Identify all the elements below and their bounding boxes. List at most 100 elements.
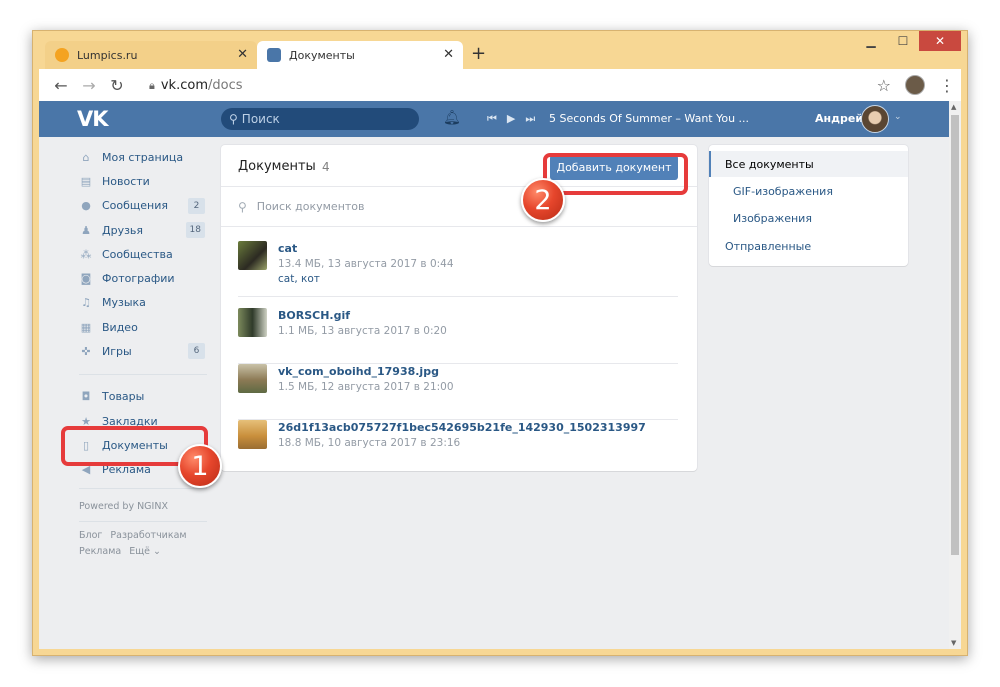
page-scrollbar[interactable]: ▲ ▼ (949, 101, 961, 649)
next-track-icon[interactable]: ⏭︎ (525, 112, 535, 126)
scroll-down-icon[interactable]: ▼ (951, 639, 956, 647)
lumpics-favicon-icon (55, 48, 69, 62)
reload-icon[interactable]: ↻ (103, 76, 131, 95)
address-bar[interactable]: 🔒︎ vk.com/docs (149, 78, 243, 93)
vk-page: VK ⚲ Поиск 🔔︎ ⏮︎ ▶ ⏭︎ 5 Seconds Of Summe… (39, 101, 949, 649)
forward-icon[interactable]: → (75, 76, 103, 95)
minimize-icon[interactable]: ▁ (855, 31, 887, 51)
back-icon[interactable]: ← (47, 76, 75, 95)
sidebar-item-label: Друзья (102, 223, 144, 237)
browser-window: Lumpics.ru ✕ Документы ✕ + ▁ ☐ ✕ ← → ↻ 🔒… (32, 30, 968, 656)
sidebar-item-label: Фотографии (102, 272, 175, 286)
chevron-down-icon[interactable]: ⌄ (894, 112, 902, 122)
document-name[interactable]: vk_com_oboihd_17938.jpg (278, 365, 439, 378)
filter-gif-images[interactable]: GIF-изображения (709, 178, 908, 204)
sidebar-item-my-page[interactable]: ⌂ Моя страница (79, 145, 209, 169)
sidebar-item-music[interactable]: ♫ Музыка (79, 291, 209, 315)
now-playing-title[interactable]: 5 Seconds Of Summer – Want You ... (549, 112, 749, 125)
vk-logo[interactable]: VK (77, 107, 109, 131)
vk-search-input[interactable]: ⚲ Поиск (221, 108, 419, 130)
close-icon[interactable]: ✕ (443, 47, 454, 62)
sidebar-item-label: Моя страница (102, 150, 184, 164)
browser-toolbar: ← → ↻ 🔒︎ vk.com/docs ☆ ⋮ (39, 69, 961, 101)
sidebar-item-friends[interactable]: ♟ Друзья 18 (79, 218, 209, 242)
highlight-add-document (543, 153, 688, 195)
tab-lumpics[interactable]: Lumpics.ru ✕ (45, 41, 257, 69)
filter-sent[interactable]: Отправленные (709, 233, 908, 259)
document-meta: 13.4 МБ, 13 августа 2017 в 0:44 (278, 258, 454, 270)
window-close-icon[interactable]: ✕ (919, 31, 961, 51)
search-placeholder: Поиск (241, 112, 280, 126)
tab-title: Документы (289, 48, 355, 62)
footer-link-developers[interactable]: Разработчикам (110, 528, 186, 544)
maximize-icon[interactable]: ☐ (887, 31, 919, 51)
home-icon: ⌂ (82, 150, 90, 164)
search-icon: ⚲ (229, 112, 238, 126)
document-meta: 1.1 МБ, 13 августа 2017 в 0:20 (278, 325, 447, 337)
friends-badge: 18 (185, 221, 205, 238)
document-name[interactable]: BORSCH.gif (278, 309, 350, 322)
lock-icon: 🔒︎ (149, 78, 155, 92)
footer-link-more[interactable]: Ещё ⌄ (129, 544, 161, 560)
list-item[interactable]: cat 13.4 МБ, 13 августа 2017 в 0:44 cat,… (238, 241, 678, 297)
sidebar-item-groups[interactable]: ⁂ Сообщества (79, 242, 209, 266)
powered-by: Powered by NGINX (79, 500, 168, 512)
user-name[interactable]: Андрей (815, 112, 863, 125)
filter-images[interactable]: Изображения (709, 205, 908, 231)
sidebar-divider (79, 373, 207, 375)
bag-icon: ◘ (81, 390, 91, 404)
document-thumbnail (238, 364, 267, 393)
tab-documents[interactable]: Документы ✕ (257, 41, 463, 69)
close-icon[interactable]: ✕ (237, 47, 248, 62)
search-placeholder: Поиск документов (256, 200, 365, 213)
sidebar-item-games[interactable]: ✜ Игры 6 (79, 339, 209, 363)
sidebar-item-label: Видео (102, 320, 138, 334)
row-divider (238, 296, 678, 297)
document-meta: 18.8 МБ, 10 августа 2017 в 23:16 (278, 437, 461, 449)
list-item[interactable]: 26d1f13acb075727f1bec542695b21fe_142930_… (238, 420, 678, 464)
list-item[interactable]: BORSCH.gif 1.1 МБ, 13 августа 2017 в 0:2… (238, 308, 678, 364)
news-icon: ▤ (80, 174, 92, 188)
user-avatar[interactable] (861, 105, 889, 133)
bell-icon[interactable]: 🔔︎ (443, 110, 461, 126)
profile-avatar[interactable] (905, 75, 925, 95)
footer-link-ads[interactable]: Реклама (79, 544, 121, 560)
sidebar-footer: Powered by NGINX Блог Разработчикам Рекл… (79, 499, 209, 560)
messages-icon: ● (81, 199, 91, 213)
play-icon[interactable]: ▶ (507, 112, 515, 126)
star-icon: ★ (81, 414, 91, 428)
menu-icon[interactable]: ⋮ (939, 76, 955, 95)
sidebar-item-photos[interactable]: ◙ Фотографии (79, 266, 209, 290)
scrollbar-thumb[interactable] (951, 115, 959, 555)
sidebar-item-video[interactable]: ▦ Видео (79, 315, 209, 339)
toolbar-right: ☆ ⋮ (877, 75, 955, 95)
prev-track-icon[interactable]: ⏮︎ (487, 112, 497, 126)
document-thumbnail (238, 241, 267, 270)
footer-links: Блог Разработчикам (79, 528, 209, 544)
audio-controls: ⏮︎ ▶ ⏭︎ (487, 112, 535, 126)
step-2-marker: 2 (521, 178, 565, 222)
scroll-up-icon[interactable]: ▲ (951, 103, 956, 111)
sidebar-item-news[interactable]: ▤ Новости (79, 169, 209, 193)
vk-header: VK ⚲ Поиск 🔔︎ ⏮︎ ▶ ⏭︎ 5 Seconds Of Summe… (39, 101, 949, 137)
groups-icon: ⁂ (80, 247, 92, 261)
document-name[interactable]: cat (278, 242, 297, 255)
document-name[interactable]: 26d1f13acb075727f1bec542695b21fe_142930_… (278, 421, 646, 434)
bookmark-star-icon[interactable]: ☆ (877, 76, 891, 95)
document-meta: 1.5 МБ, 12 августа 2017 в 21:00 (278, 381, 454, 393)
filter-all-documents[interactable]: Все документы (709, 151, 908, 177)
documents-count: 4 (322, 160, 330, 174)
document-tags[interactable]: cat, кот (278, 273, 320, 285)
page-title: Документы (238, 159, 316, 174)
sidebar-item-goods[interactable]: ◘ Товары (79, 385, 209, 409)
new-tab-button[interactable]: + (471, 43, 486, 64)
step-1-marker: 1 (178, 444, 222, 488)
url-path: /docs (207, 77, 243, 93)
vk-favicon-icon (267, 48, 281, 62)
search-icon: ⚲ (238, 199, 247, 214)
sidebar-item-label: Сообщества (102, 247, 173, 261)
games-badge: 6 (188, 343, 205, 360)
sidebar-item-messages[interactable]: ● Сообщения 2 (79, 194, 209, 218)
list-item[interactable]: vk_com_oboihd_17938.jpg 1.5 МБ, 12 авгус… (238, 364, 678, 420)
footer-link-blog[interactable]: Блог (79, 528, 102, 544)
